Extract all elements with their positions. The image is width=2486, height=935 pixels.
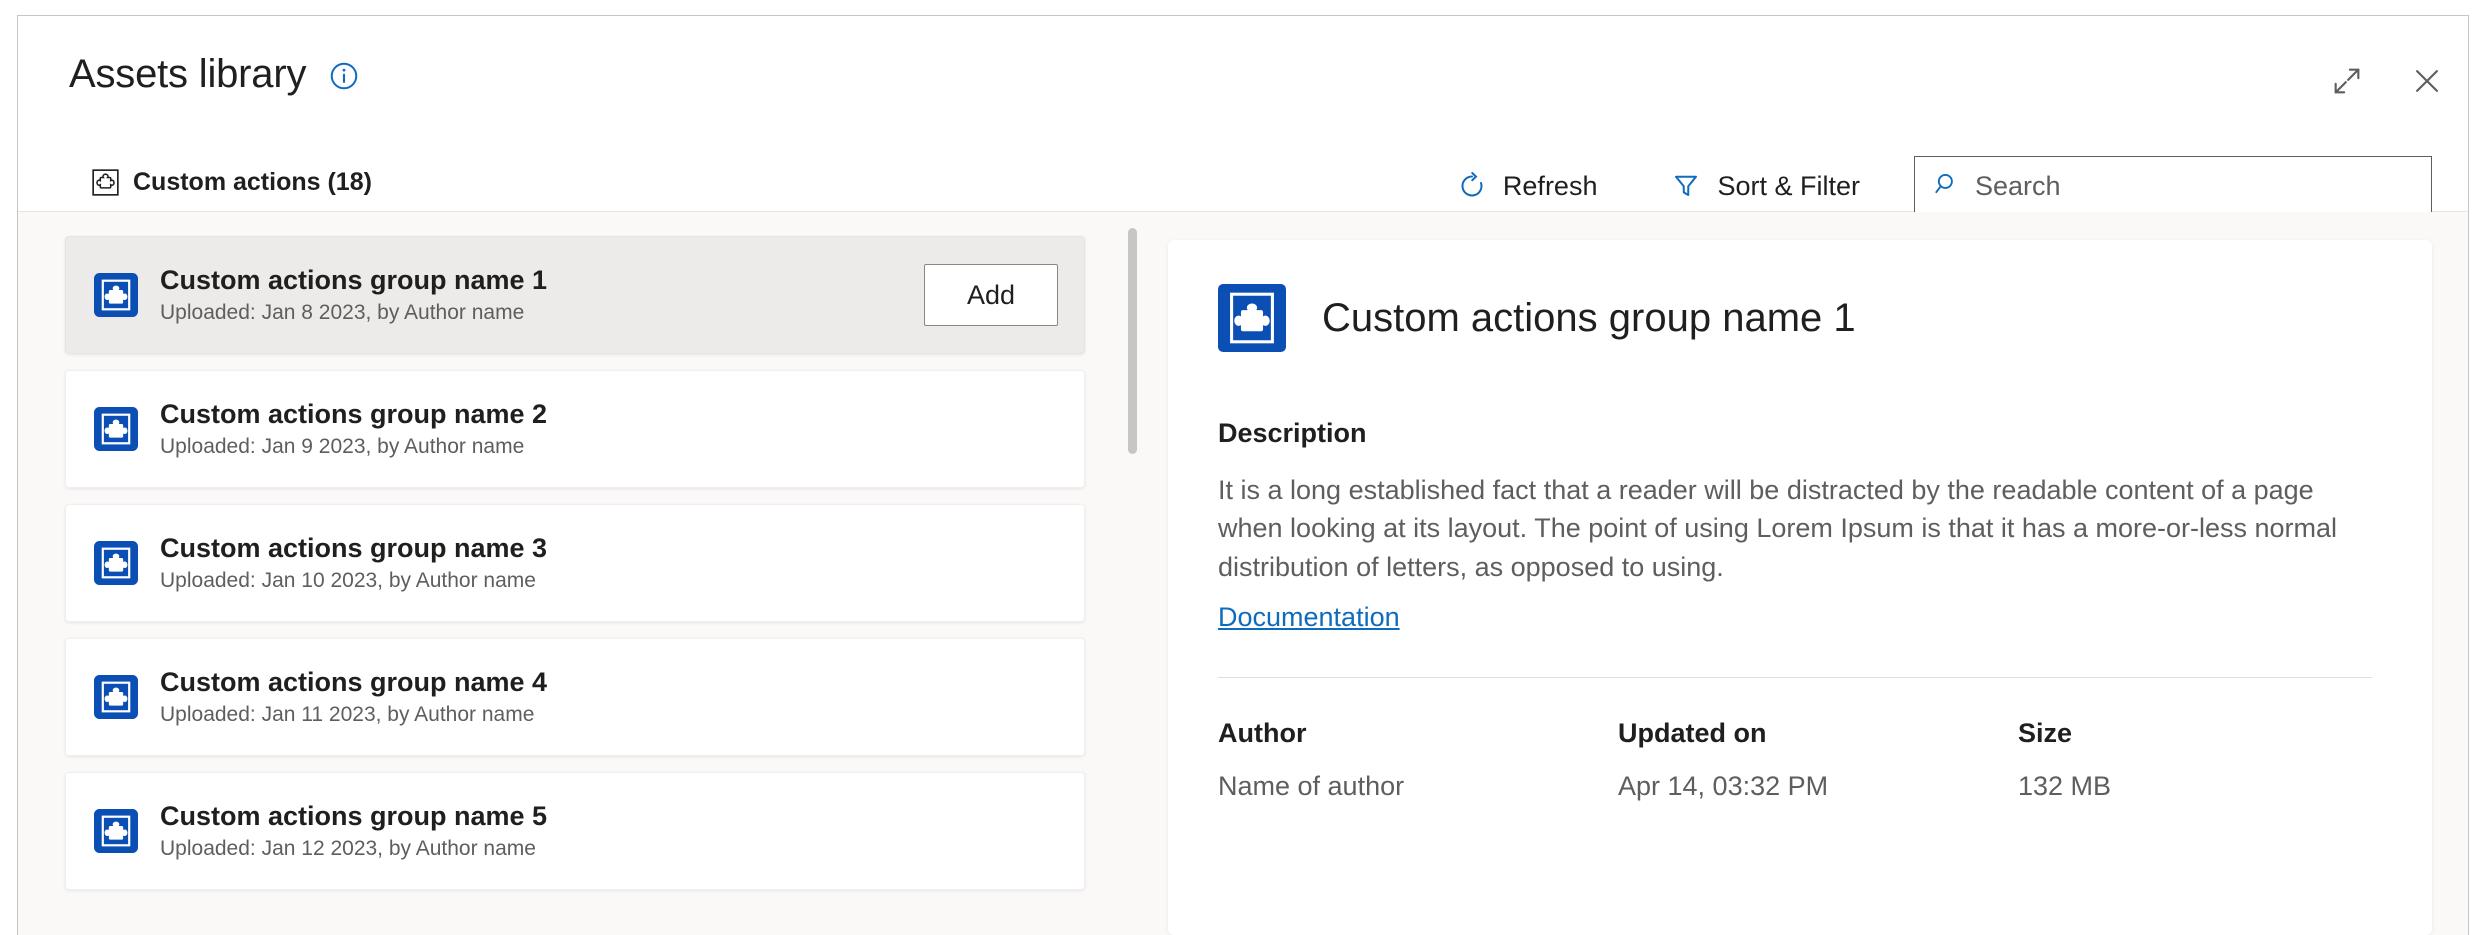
puzzle-piece-icon bbox=[94, 675, 138, 719]
close-icon[interactable] bbox=[2404, 58, 2450, 104]
list-item-title: Custom actions group name 1 bbox=[160, 266, 547, 296]
assets-library-dialog: Assets library Custom actions (18) bbox=[17, 15, 2469, 935]
breadcrumb: Custom actions (18) bbox=[92, 168, 372, 197]
list-item-title: Custom actions group name 2 bbox=[160, 400, 547, 430]
puzzle-piece-icon bbox=[94, 541, 138, 585]
list-item-meta: Custom actions group name 5 Uploaded: Ja… bbox=[160, 802, 547, 861]
search-magnifier-icon bbox=[1933, 170, 1961, 203]
detail-metadata: Author Updated on Size Name of author Ap… bbox=[1218, 718, 2372, 802]
updated-on-value: Apr 14, 03:32 PM bbox=[1618, 771, 2018, 802]
asset-detail-card: Custom actions group name 1 Description … bbox=[1168, 240, 2432, 935]
puzzle-piece-icon bbox=[1218, 284, 1286, 352]
list-item-subtitle: Uploaded: Jan 10 2023, by Author name bbox=[160, 569, 547, 592]
list-item[interactable]: Custom actions group name 2 Uploaded: Ja… bbox=[65, 370, 1085, 488]
list-item[interactable]: Custom actions group name 3 Uploaded: Ja… bbox=[65, 504, 1085, 622]
sort-filter-button[interactable]: Sort & Filter bbox=[1649, 157, 1882, 215]
detail-divider bbox=[1218, 677, 2372, 678]
add-button[interactable]: Add bbox=[924, 264, 1058, 326]
list-item-subtitle: Uploaded: Jan 11 2023, by Author name bbox=[160, 703, 547, 726]
list-item[interactable]: Custom actions group name 1 Uploaded: Ja… bbox=[65, 236, 1085, 354]
description-text: It is a long established fact that a rea… bbox=[1218, 471, 2372, 586]
list-item-title: Custom actions group name 4 bbox=[160, 668, 547, 698]
author-label: Author bbox=[1218, 718, 1618, 749]
puzzle-piece-icon bbox=[94, 273, 138, 317]
breadcrumb-label: Custom actions (18) bbox=[133, 168, 372, 197]
list-item-subtitle: Uploaded: Jan 8 2023, by Author name bbox=[160, 301, 547, 324]
window-controls bbox=[2324, 58, 2450, 104]
updated-on-label: Updated on bbox=[1618, 718, 2018, 749]
expand-diagonal-icon[interactable] bbox=[2324, 58, 2370, 104]
size-label: Size bbox=[2018, 718, 2418, 749]
list-item-subtitle: Uploaded: Jan 9 2023, by Author name bbox=[160, 435, 547, 458]
list-item-subtitle: Uploaded: Jan 12 2023, by Author name bbox=[160, 837, 547, 860]
asset-detail-pane: Custom actions group name 1 Description … bbox=[1146, 212, 2468, 935]
puzzle-piece-icon bbox=[94, 407, 138, 451]
refresh-label: Refresh bbox=[1503, 171, 1598, 202]
list-item[interactable]: Custom actions group name 5 Uploaded: Ja… bbox=[65, 772, 1085, 890]
detail-header: Custom actions group name 1 bbox=[1218, 284, 2372, 352]
list-item-meta: Custom actions group name 2 Uploaded: Ja… bbox=[160, 400, 547, 459]
dialog-body: Custom actions group name 1 Uploaded: Ja… bbox=[18, 212, 2468, 935]
toolbar: Refresh Sort & Filter bbox=[1435, 156, 2432, 216]
description-label: Description bbox=[1218, 418, 2372, 449]
detail-title: Custom actions group name 1 bbox=[1322, 298, 1856, 338]
search-box[interactable] bbox=[1914, 156, 2432, 216]
refresh-button[interactable]: Refresh bbox=[1435, 157, 1620, 215]
search-input[interactable] bbox=[1975, 171, 2415, 202]
page-title: Assets library bbox=[69, 54, 306, 94]
list-item-title: Custom actions group name 3 bbox=[160, 534, 547, 564]
scrollbar-thumb[interactable] bbox=[1128, 228, 1137, 454]
puzzle-piece-icon bbox=[94, 809, 138, 853]
size-value: 132 MB bbox=[2018, 771, 2418, 802]
documentation-link[interactable]: Documentation bbox=[1218, 602, 1400, 633]
sort-filter-label: Sort & Filter bbox=[1717, 171, 1860, 202]
dialog-header: Assets library Custom actions (18) bbox=[18, 16, 2468, 212]
list-scrollbar[interactable] bbox=[1124, 212, 1140, 935]
title-row: Assets library bbox=[69, 54, 360, 94]
info-circle-icon[interactable] bbox=[328, 60, 360, 92]
assets-list-pane: Custom actions group name 1 Uploaded: Ja… bbox=[18, 212, 1146, 935]
list-item-meta: Custom actions group name 1 Uploaded: Ja… bbox=[160, 266, 547, 325]
list-item-meta: Custom actions group name 4 Uploaded: Ja… bbox=[160, 668, 547, 727]
list-item-title: Custom actions group name 5 bbox=[160, 802, 547, 832]
assets-list: Custom actions group name 1 Uploaded: Ja… bbox=[65, 236, 1085, 890]
author-value: Name of author bbox=[1218, 771, 1618, 802]
list-item[interactable]: Custom actions group name 4 Uploaded: Ja… bbox=[65, 638, 1085, 756]
refresh-circular-arrow-icon bbox=[1457, 171, 1487, 201]
puzzle-piece-icon bbox=[92, 169, 119, 196]
funnel-filter-icon bbox=[1671, 171, 1701, 201]
list-item-meta: Custom actions group name 3 Uploaded: Ja… bbox=[160, 534, 547, 593]
